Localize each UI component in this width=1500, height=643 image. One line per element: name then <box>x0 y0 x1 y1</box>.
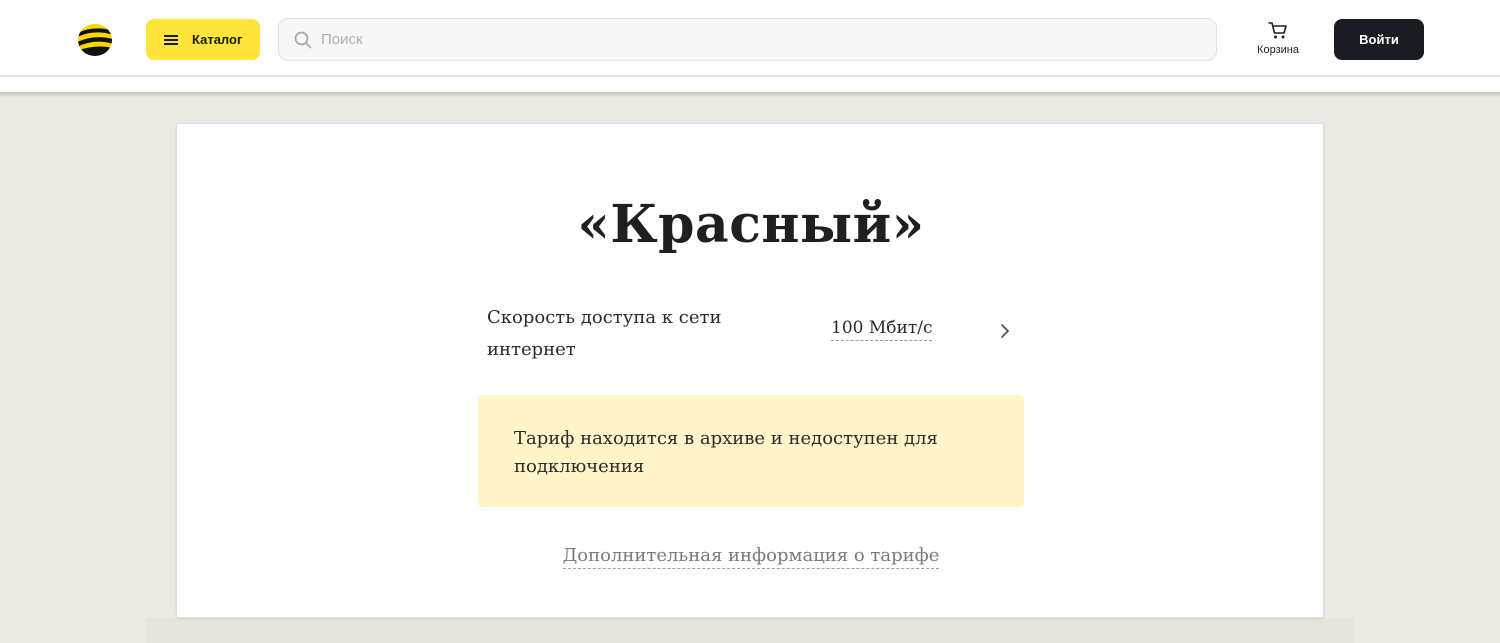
speed-row[interactable]: Скорость доступа к сети интернет 100 Мби… <box>479 296 1024 366</box>
catalog-button[interactable]: Каталог <box>146 19 260 60</box>
archive-notice: Тариф находится в архиве и недоступен дл… <box>478 395 1024 507</box>
speed-label: Скорость доступа к сети интернет <box>487 307 722 360</box>
archive-notice-text: Тариф находится в архиве и недоступен дл… <box>514 428 938 477</box>
cart-button[interactable]: Корзина <box>1250 22 1306 62</box>
header-shadow <box>0 92 1500 98</box>
more-info-link-text[interactable]: Дополнительная информация о тарифе <box>562 545 940 569</box>
tariff-card: «Красный» Скорость доступа к сети интерн… <box>176 123 1324 618</box>
search-icon <box>294 31 312 48</box>
tariff-title: «Красный» <box>577 194 925 255</box>
more-info-link[interactable]: Дополнительная информация о тарифе <box>177 545 1325 569</box>
site-header: Каталог Корзина Войти <box>0 0 1500 76</box>
beeline-logo-icon[interactable] <box>77 23 113 57</box>
search-box[interactable] <box>278 18 1217 61</box>
login-button[interactable]: Войти <box>1334 19 1424 60</box>
cart-icon <box>1268 22 1287 39</box>
chevron-right-icon[interactable] <box>999 323 1011 339</box>
catalog-label: Каталог <box>192 32 243 47</box>
card-bottom-strip <box>146 618 1354 643</box>
menu-icon <box>164 34 178 45</box>
search-input[interactable] <box>321 31 1181 48</box>
speed-value[interactable]: 100 Мбит/с <box>831 318 933 341</box>
cart-label: Корзина <box>1257 44 1299 56</box>
header-spacer <box>0 77 1500 93</box>
